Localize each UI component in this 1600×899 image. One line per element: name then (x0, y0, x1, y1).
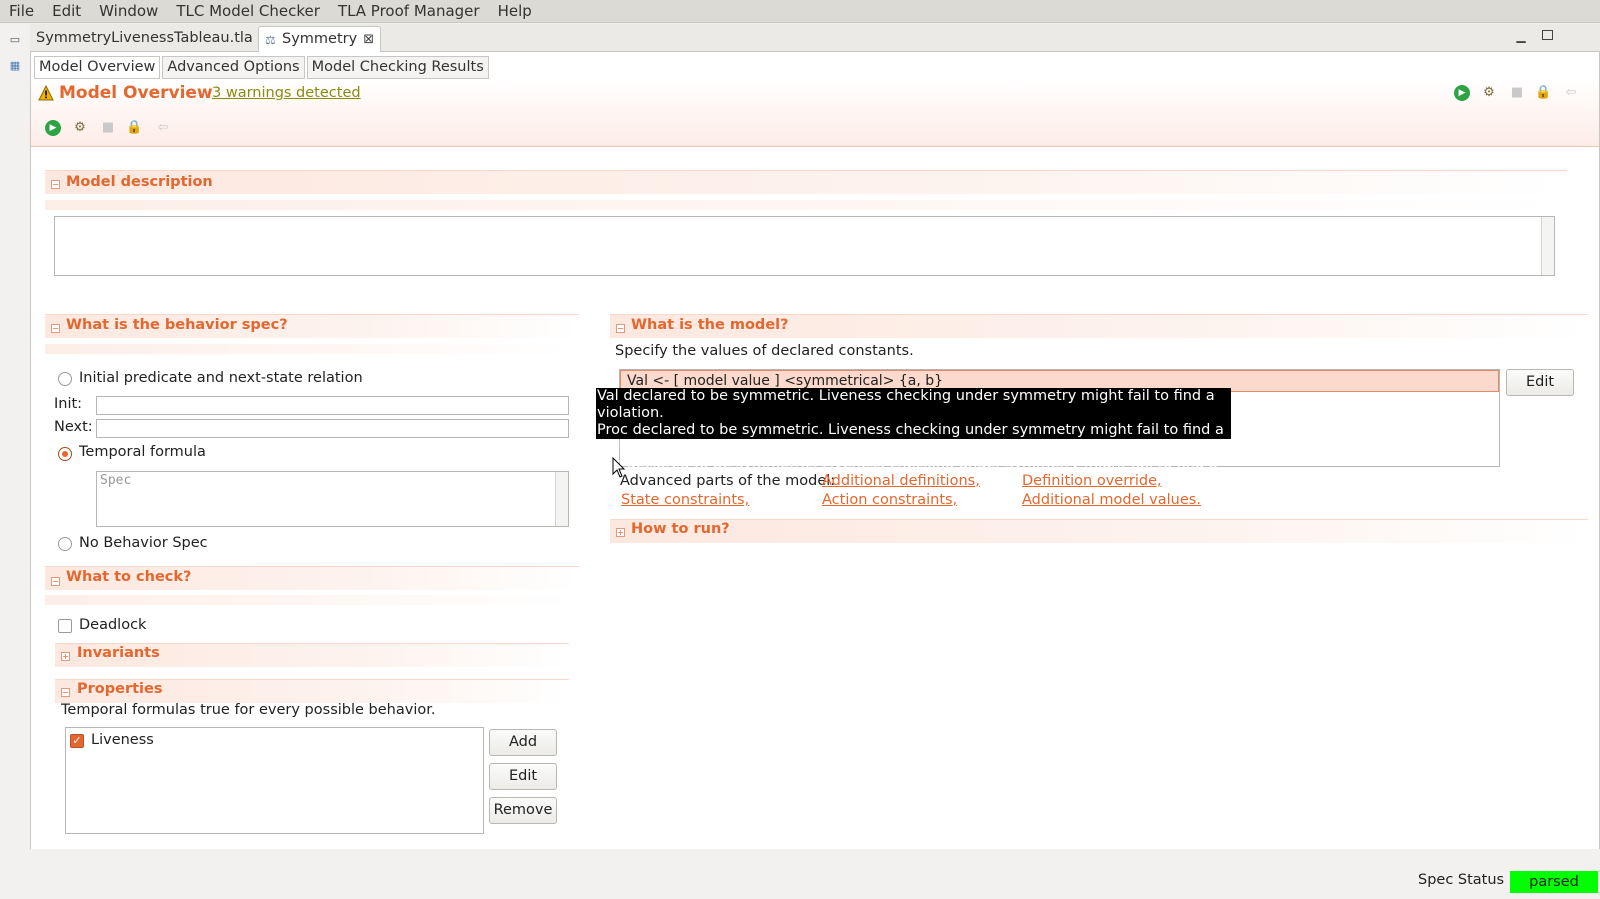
symmetry-warning-tooltip: Val declared to be symmetric. Liveness c… (596, 388, 1231, 489)
lock-icon[interactable]: 🔒 (1535, 85, 1551, 101)
tab-label: SymmetryLivenessTableau.tla (36, 30, 253, 46)
section-divider (45, 595, 573, 605)
properties-list: ✓ Liveness (65, 727, 484, 834)
description-scrollbar[interactable] (1541, 217, 1554, 275)
maximize-icon[interactable] (1542, 30, 1553, 40)
additional-definitions-link[interactable]: Additional definitions, (822, 473, 980, 489)
run-tlc-icon[interactable]: ▶ (1454, 85, 1470, 101)
tab-symmetryliveness-tla[interactable]: SymmetryLivenessTableau.tla (30, 26, 259, 52)
model-icon: ⚖ (265, 33, 276, 47)
collapse-icon[interactable]: − (51, 577, 60, 586)
init-label: Init: (54, 396, 83, 412)
warning-icon (38, 85, 54, 101)
model-description-field[interactable] (54, 216, 1555, 276)
tab-advanced-options[interactable]: Advanced Options (162, 56, 305, 79)
edit-constant-button[interactable]: Edit (1506, 369, 1574, 396)
model-section-description: Specify the values of declared constants… (615, 343, 914, 359)
status-bar (0, 849, 1600, 899)
tab-symmetry-model[interactable]: ⚖ Symmetry ⊠ (258, 26, 382, 52)
stop-icon[interactable]: ■ (1509, 85, 1525, 101)
section-divider (45, 200, 1567, 210)
radio-no-behavior-spec[interactable] (58, 537, 72, 551)
expand-icon[interactable]: + (616, 528, 625, 537)
editor-tab-bar: SymmetryLivenessTableau.tla ⚖ Symmetry ⊠ ▁ (30, 24, 1600, 52)
collapse-icon[interactable]: − (61, 688, 70, 697)
menu-tlc-model-checker[interactable]: TLC Model Checker (167, 0, 329, 23)
menu-edit[interactable]: Edit (43, 0, 90, 23)
action-constraints-link[interactable]: Action constraints, (822, 492, 957, 508)
how-to-run-title: How to run? (631, 521, 730, 537)
properties-description: Temporal formulas true for every possibl… (61, 702, 436, 718)
radio-temporal-formula[interactable] (58, 447, 72, 461)
warnings-link[interactable]: 3 warnings detected (212, 85, 361, 101)
deadlock-label: Deadlock (79, 617, 147, 633)
tab-model-overview[interactable]: Model Overview (34, 56, 161, 79)
lock-icon[interactable]: 🔒 (126, 120, 142, 136)
minimize-icon[interactable]: ▁ (1514, 30, 1528, 44)
expand-icon[interactable]: + (61, 652, 70, 661)
init-field[interactable] (96, 396, 569, 415)
arrow-icon[interactable]: ⇦ (155, 120, 171, 136)
temporal-formula-field[interactable]: Spec (96, 471, 569, 527)
spec-status-badge: parsed (1510, 871, 1598, 893)
tab-model-checking-results[interactable]: Model Checking Results (306, 56, 489, 79)
model-description-title: Model description (66, 174, 213, 190)
menu-window[interactable]: Window (90, 0, 167, 23)
tooltip-line: Proc declared to be symmetric. Liveness … (597, 422, 1224, 455)
how-to-run-header (610, 519, 1588, 543)
menu-help[interactable]: Help (489, 0, 541, 23)
formula-scrollbar[interactable] (555, 472, 568, 526)
properties-title: Properties (77, 681, 163, 697)
collapse-icon[interactable]: − (51, 180, 60, 189)
stop-icon[interactable]: ■ (100, 120, 116, 136)
collapse-icon[interactable]: − (616, 324, 625, 333)
temporal-formula-placeholder: Spec (100, 473, 132, 488)
property-item[interactable]: Liveness (91, 732, 154, 748)
definition-override-link[interactable]: Definition override, (1022, 473, 1162, 489)
state-constraints-link[interactable]: State constraints, (621, 492, 749, 508)
close-icon[interactable]: ⊠ (363, 28, 374, 52)
left-trim-bar: ▭ ▦ (0, 23, 30, 899)
no-behavior-spec-label: No Behavior Spec (79, 535, 208, 551)
temporal-formula-label: Temporal formula (79, 444, 206, 460)
collapse-icon[interactable]: − (51, 324, 60, 333)
tooltip-line: Val declared to be symmetric. Liveness c… (597, 388, 1215, 421)
page-tabs: Model Overview Advanced Options Model Ch… (34, 56, 491, 79)
validate-model-icon[interactable]: ⚙ (1481, 85, 1497, 101)
run-tlc-icon[interactable]: ▶ (45, 120, 61, 136)
model-section-title: What is the model? (631, 317, 789, 333)
init-next-label: Initial predicate and next-state relatio… (79, 370, 363, 386)
spec-explorer-icon[interactable]: ▦ (8, 59, 22, 73)
spec-status-label: Spec Status : (1418, 872, 1514, 888)
what-to-check-title: What to check? (66, 569, 192, 585)
next-field[interactable] (96, 419, 569, 438)
model-description-header (45, 170, 1567, 194)
validate-model-icon[interactable]: ⚙ (72, 120, 88, 136)
arrow-icon[interactable]: ⇦ (1563, 85, 1579, 101)
menu-file[interactable]: File (0, 0, 43, 23)
advanced-parts-label: Advanced parts of the model: (620, 473, 836, 489)
behavior-spec-title: What is the behavior spec? (66, 317, 288, 333)
radio-init-next[interactable] (58, 372, 72, 386)
invariants-title: Invariants (77, 645, 160, 661)
additional-model-values-link[interactable]: Additional model values. (1022, 492, 1201, 508)
next-label: Next: (54, 419, 93, 435)
section-divider (45, 344, 573, 354)
edit-property-button[interactable]: Edit (489, 763, 557, 790)
deadlock-checkbox[interactable] (58, 619, 72, 633)
add-property-button[interactable]: Add (489, 729, 557, 756)
remove-property-button[interactable]: Remove (489, 797, 557, 824)
restore-icon[interactable]: ▭ (8, 33, 22, 47)
liveness-checkbox[interactable]: ✓ (70, 734, 84, 748)
page-title: Model Overview (59, 83, 213, 103)
menu-bar: File Edit Window TLC Model Checker TLA P… (0, 0, 1600, 23)
menu-tla-proof-manager[interactable]: TLA Proof Manager (329, 0, 489, 23)
tab-label: Symmetry (282, 31, 358, 47)
